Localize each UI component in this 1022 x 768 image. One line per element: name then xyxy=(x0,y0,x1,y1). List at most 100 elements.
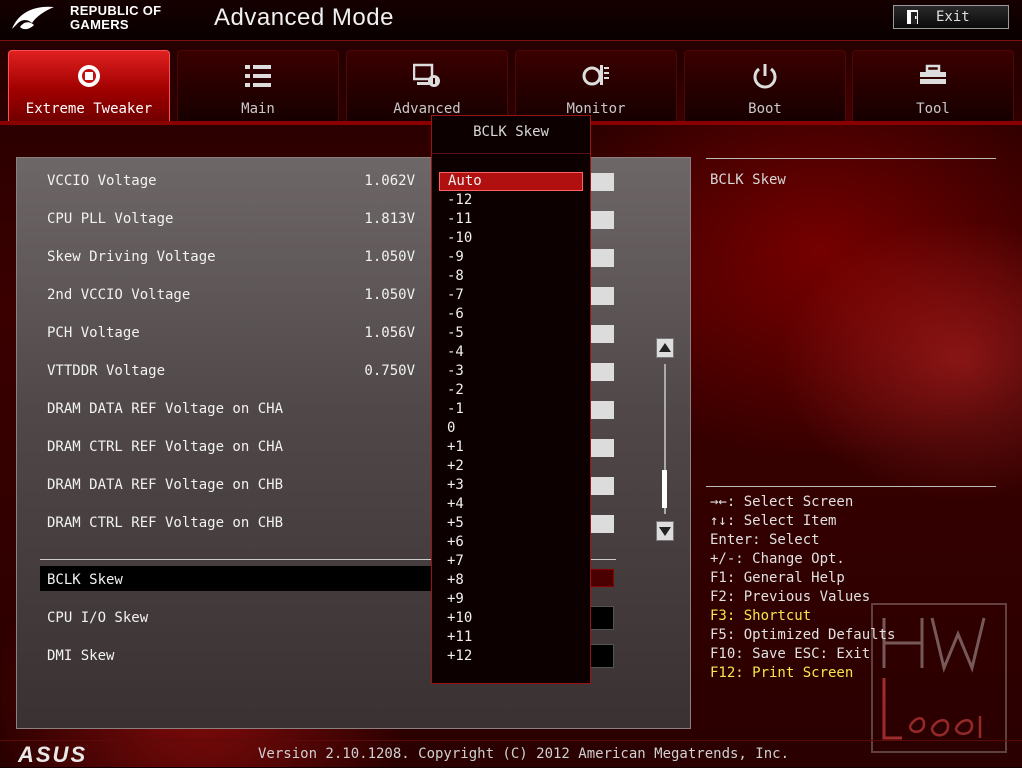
tweaker-icon xyxy=(78,65,100,87)
option-label: +10 xyxy=(447,610,473,626)
option-label: 0 xyxy=(447,420,456,436)
exit-button[interactable]: Exit xyxy=(893,5,1009,29)
tab-advanced[interactable]: Advanced xyxy=(346,50,508,122)
option-label: +7 xyxy=(447,553,464,569)
tab-tool[interactable]: Tool xyxy=(852,50,1014,122)
option-item[interactable]: +6 xyxy=(439,533,583,552)
option-label: -2 xyxy=(447,382,464,398)
setting-row-bclk-skew[interactable]: BCLK Skew xyxy=(47,569,415,591)
setting-row-dram-data-ref-chb[interactable]: DRAM DATA REF Voltage on CHB xyxy=(47,474,415,496)
monitor-icon xyxy=(582,65,609,86)
setting-row-pch-voltage[interactable]: PCH Voltage 1.056V xyxy=(47,322,415,344)
popup-divider xyxy=(432,153,590,154)
brand-line-1: REPUBLIC OF xyxy=(70,3,162,18)
setting-row-skew-driving-voltage[interactable]: Skew Driving Voltage 1.050V xyxy=(47,246,415,268)
option-item[interactable]: -12 xyxy=(439,191,583,210)
option-item[interactable]: -3 xyxy=(439,362,583,381)
option-item[interactable]: +2 xyxy=(439,457,583,476)
option-item[interactable]: +12 xyxy=(439,647,583,666)
scroll-down-button[interactable] xyxy=(656,521,674,541)
exit-door-icon xyxy=(907,10,918,24)
help-title: BCLK Skew xyxy=(710,172,786,188)
option-item[interactable]: -4 xyxy=(439,343,583,362)
option-item[interactable]: +3 xyxy=(439,476,583,495)
setting-label: CPU I/O Skew xyxy=(47,610,149,626)
option-item[interactable]: +7 xyxy=(439,552,583,571)
dmi-skew-select[interactable] xyxy=(590,644,614,668)
setting-row-vttddr-voltage[interactable]: VTTDDR Voltage 0.750V xyxy=(47,360,415,382)
setting-row-dram-ctrl-ref-cha[interactable]: DRAM CTRL REF Voltage on CHA xyxy=(47,436,415,458)
option-item[interactable]: +4 xyxy=(439,495,583,514)
footer-divider xyxy=(0,740,1022,741)
tab-monitor[interactable]: Monitor xyxy=(515,50,677,122)
voltage-input-field[interactable] xyxy=(590,363,614,381)
asus-logo: ASUS xyxy=(18,742,88,767)
option-item[interactable]: 0 xyxy=(439,419,583,438)
voltage-input-field[interactable] xyxy=(590,249,614,267)
key-help-item: F3: Shortcut xyxy=(710,608,812,624)
option-item[interactable]: -8 xyxy=(439,267,583,286)
setting-label: VTTDDR Voltage xyxy=(47,363,166,379)
setting-value: 1.813V xyxy=(364,211,415,227)
option-item[interactable]: +9 xyxy=(439,590,583,609)
option-item[interactable]: -7 xyxy=(439,286,583,305)
option-item[interactable]: +5 xyxy=(439,514,583,533)
bclk-skew-popup: BCLK Skew Auto -12 -11 -10 -9 -8 -7 -6 -5 -4 -3 -2-… xyxy=(431,115,591,684)
list-icon xyxy=(245,65,271,87)
option-item[interactable]: +8 xyxy=(439,571,583,590)
setting-row-dram-ctrl-ref-chb[interactable]: DRAM CTRL REF Voltage on CHB xyxy=(47,512,415,534)
option-item[interactable]: -9 xyxy=(439,248,583,267)
option-label: +9 xyxy=(447,591,464,607)
voltage-input-field[interactable] xyxy=(590,173,614,191)
voltage-input-field[interactable] xyxy=(590,325,614,343)
popup-title: BCLK Skew xyxy=(473,124,549,140)
setting-value: 1.050V xyxy=(364,249,415,265)
key-help-item: F1: General Help xyxy=(710,570,845,586)
option-item[interactable]: -6 xyxy=(439,305,583,324)
setting-value: 1.050V xyxy=(364,287,415,303)
option-item[interactable]: +10 xyxy=(439,609,583,628)
tab-extreme-tweaker[interactable]: Extreme Tweaker xyxy=(8,50,170,122)
option-item[interactable]: -2 xyxy=(439,381,583,400)
setting-row-dmi-skew[interactable]: DMI Skew xyxy=(47,645,415,667)
voltage-input-field[interactable] xyxy=(590,211,614,229)
option-item[interactable]: -1 xyxy=(439,400,583,419)
voltage-input-field[interactable] xyxy=(590,515,614,533)
setting-value: 0.750V xyxy=(364,363,415,379)
option-item[interactable]: -10 xyxy=(439,229,583,248)
tab-label: Main xyxy=(241,101,275,117)
voltage-input-field[interactable] xyxy=(590,401,614,419)
option-item[interactable]: -5 xyxy=(439,324,583,343)
setting-label: 2nd VCCIO Voltage xyxy=(47,287,191,303)
option-item[interactable]: -11 xyxy=(439,210,583,229)
tab-label: Boot xyxy=(748,101,782,117)
tab-boot[interactable]: Boot xyxy=(684,50,846,122)
brand-text: REPUBLIC OF GAMERS xyxy=(70,4,161,32)
help-divider-top xyxy=(706,158,996,159)
tab-main[interactable]: Main xyxy=(177,50,339,122)
setting-row-dram-data-ref-cha[interactable]: DRAM DATA REF Voltage on CHA xyxy=(47,398,415,420)
voltage-input-field[interactable] xyxy=(590,477,614,495)
header-divider xyxy=(0,40,1022,41)
setting-row-cpu-pll-voltage[interactable]: CPU PLL Voltage 1.813V xyxy=(47,208,415,230)
option-item[interactable]: Auto xyxy=(439,172,583,191)
voltage-input-field[interactable] xyxy=(590,287,614,305)
arrow-down-icon xyxy=(659,527,671,536)
setting-row-2nd-vccio-voltage[interactable]: 2nd VCCIO Voltage 1.050V xyxy=(47,284,415,306)
header-bar: REPUBLIC OF GAMERS Advanced Mode Exit xyxy=(0,0,1022,40)
scroll-up-button[interactable] xyxy=(656,338,674,358)
version-text: Version 2.10.1208. Copyright (C) 2012 Am… xyxy=(258,746,790,762)
key-help-item: →←: Select Screen xyxy=(710,494,854,510)
setting-value: 1.062V xyxy=(364,173,415,189)
scrollbar-thumb[interactable] xyxy=(662,470,667,508)
setting-row-vccio-voltage[interactable]: VCCIO Voltage 1.062V xyxy=(47,170,415,192)
setting-label: Skew Driving Voltage xyxy=(47,249,216,265)
cpu-io-skew-select[interactable] xyxy=(590,606,614,630)
setting-value: 1.056V xyxy=(364,325,415,341)
setting-row-cpu-io-skew[interactable]: CPU I/O Skew xyxy=(47,607,415,629)
option-item[interactable]: +11 xyxy=(439,628,583,647)
voltage-input-field[interactable] xyxy=(590,439,614,457)
option-label: +12 xyxy=(447,648,473,664)
option-item[interactable]: +1 xyxy=(439,438,583,457)
bclk-skew-select[interactable] xyxy=(590,569,614,587)
